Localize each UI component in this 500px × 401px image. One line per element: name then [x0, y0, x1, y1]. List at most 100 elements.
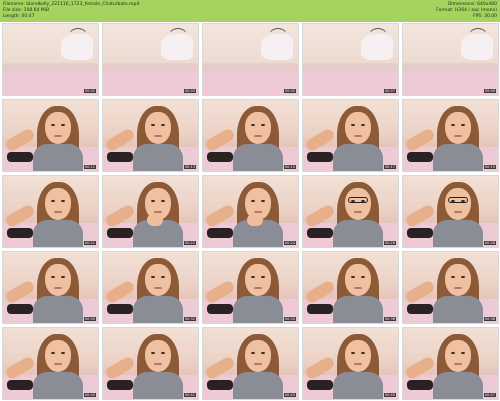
glasses-shape [348, 197, 368, 203]
top-shape [333, 296, 383, 323]
shorts-shape [7, 380, 33, 390]
thumbnail[interactable]: 00:45 [302, 327, 399, 400]
shorts-shape [7, 228, 33, 238]
mouth-shape [254, 211, 262, 213]
eye-shape [261, 276, 265, 278]
eye-shape [51, 352, 55, 354]
eye-shape [151, 200, 155, 202]
eye-shape [151, 124, 155, 126]
top-shape [233, 144, 283, 171]
eye-shape [451, 352, 455, 354]
thumbnail[interactable]: 00:24 [202, 175, 299, 248]
face-shape [345, 340, 371, 372]
eye-shape [361, 352, 365, 354]
eye-shape [61, 276, 65, 278]
timestamp-label: 00:38 [483, 317, 496, 321]
eye-shape [361, 276, 365, 278]
mouth-shape [254, 135, 262, 137]
timestamp-label: 00:11 [83, 165, 96, 169]
eye-shape [351, 124, 355, 126]
shorts-shape [107, 152, 133, 162]
thumbnail[interactable]: 00:47 [402, 327, 499, 400]
eye-shape [251, 276, 255, 278]
eye-shape [51, 124, 55, 126]
thumbnail[interactable]: 00:34 [202, 251, 299, 324]
thumbnail[interactable]: 00:15 [202, 99, 299, 172]
pillow-shape [261, 34, 293, 60]
mouth-shape [254, 363, 262, 365]
shorts-shape [407, 304, 433, 314]
face-shape [45, 340, 71, 372]
thumbnail[interactable]: 00:32 [102, 251, 199, 324]
eye-shape [51, 276, 55, 278]
mouth-shape [354, 211, 362, 213]
eye-shape [61, 200, 65, 202]
thumbnail-grid: 00:01 00:03 00:05 00:07 00:09 00:11 00:13 00:15… [2, 23, 499, 400]
timestamp-label: 00:05 [283, 89, 296, 93]
shorts-shape [407, 380, 433, 390]
face-shape [145, 340, 171, 372]
mouth-shape [154, 363, 162, 365]
mouth-shape [454, 287, 462, 289]
face-shape [245, 340, 271, 372]
eye-shape [51, 200, 55, 202]
thumbnail[interactable]: 00:28 [402, 175, 499, 248]
thumbnail[interactable]: 00:43 [202, 327, 299, 400]
top-shape [433, 220, 483, 247]
eye-shape [361, 124, 365, 126]
thumbnail[interactable]: 00:11 [2, 99, 99, 172]
timestamp-label: 00:15 [283, 165, 296, 169]
thumbnail[interactable]: 00:01 [2, 23, 99, 96]
pillow-shape [361, 34, 393, 60]
thumbnail[interactable]: 00:26 [302, 175, 399, 248]
eye-shape [251, 200, 255, 202]
face-shape [345, 112, 371, 144]
eye-shape [161, 124, 165, 126]
thumbnail[interactable]: 00:40 [2, 327, 99, 400]
thumbnail[interactable]: 00:22 [102, 175, 199, 248]
face-shape [345, 188, 371, 220]
shorts-shape [7, 152, 33, 162]
top-shape [233, 372, 283, 399]
thumbnail[interactable]: 00:30 [2, 251, 99, 324]
face-shape [45, 188, 71, 220]
mouth-shape [454, 363, 462, 365]
file-info-left: Filename: blondkelly_221116_1723_female_… [3, 2, 139, 20]
face-shape [345, 264, 371, 296]
face-shape [445, 264, 471, 296]
mouth-shape [54, 363, 62, 365]
top-shape [33, 296, 83, 323]
eye-shape [351, 276, 355, 278]
thumbnail[interactable]: 00:41 [102, 327, 199, 400]
length-text: Length: 00:47 [3, 14, 35, 19]
timestamp-label: 00:19 [483, 165, 496, 169]
face-shape [445, 188, 471, 220]
thumbnail[interactable]: 00:17 [302, 99, 399, 172]
thumbnail[interactable]: 00:21 [2, 175, 99, 248]
mouth-shape [354, 135, 362, 137]
thumbnail[interactable]: 00:38 [402, 251, 499, 324]
thumbnail[interactable]: 00:36 [302, 251, 399, 324]
timestamp-label: 00:26 [383, 241, 396, 245]
timestamp-label: 00:36 [383, 317, 396, 321]
eye-shape [461, 124, 465, 126]
top-shape [233, 296, 283, 323]
thumbnail[interactable]: 00:13 [102, 99, 199, 172]
timestamp-label: 00:03 [183, 89, 196, 93]
timestamp-label: 00:24 [283, 241, 296, 245]
top-shape [333, 220, 383, 247]
thumbnail[interactable]: 00:07 [302, 23, 399, 96]
thumbnail[interactable]: 00:19 [402, 99, 499, 172]
shorts-shape [307, 228, 333, 238]
eye-shape [61, 124, 65, 126]
timestamp-label: 00:17 [383, 165, 396, 169]
eye-shape [161, 200, 165, 202]
thumbnail[interactable]: 00:03 [102, 23, 199, 96]
top-shape [133, 372, 183, 399]
mouth-shape [454, 211, 462, 213]
thumbnail[interactable]: 00:09 [402, 23, 499, 96]
timestamp-label: 00:41 [183, 393, 196, 397]
timestamp-label: 00:21 [83, 241, 96, 245]
face-shape [45, 264, 71, 296]
thumbnail[interactable]: 00:05 [202, 23, 299, 96]
